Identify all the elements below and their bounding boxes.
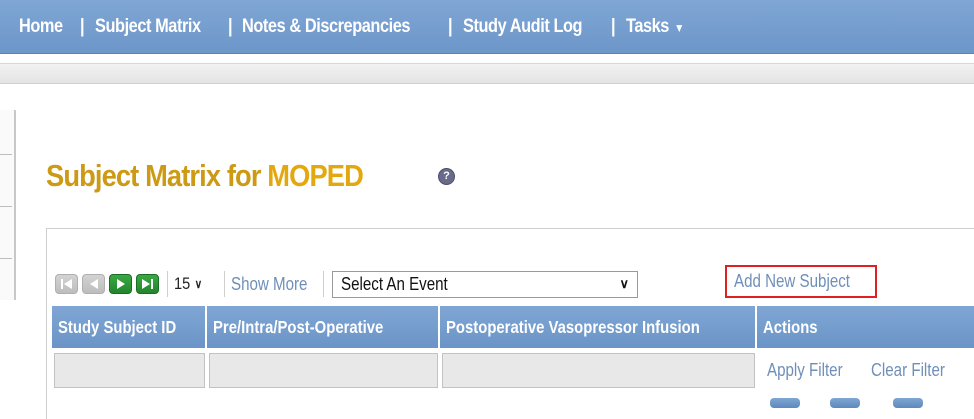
show-more-link[interactable]: Show More [231,274,307,295]
first-page-icon [61,279,72,289]
filter-study-subject-id[interactable] [54,353,205,388]
last-page-button[interactable] [136,274,159,294]
last-page-icon [142,279,153,289]
next-page-icon [116,279,125,289]
toolbar-divider [224,271,225,297]
action-button[interactable] [830,398,860,408]
column-header-label: Pre/Intra/Post-Operative [213,316,384,337]
filter-actions: Apply Filter Clear Filter [759,353,972,388]
nav-separator: | [611,15,616,37]
filter-postoperative-vasopressor-infusion[interactable] [442,353,755,388]
nav-study-audit-log[interactable]: Study Audit Log [463,16,583,38]
column-header-postoperative-vasopressor-infusion[interactable]: Postoperative Vasopressor Infusion [440,306,757,348]
help-icon[interactable]: ? [438,168,455,185]
nav-home[interactable]: Home [19,16,63,38]
column-header-actions: Actions [757,306,974,348]
page-title-prefix: Subject Matrix for [46,158,261,193]
chevron-down-icon: ∨ [619,276,629,291]
column-header-pre-intra-post-operative[interactable]: Pre/Intra/Post-Operative [207,306,440,348]
add-new-subject-label: Add New Subject [734,271,850,291]
first-page-button[interactable] [55,274,78,294]
column-header-label: Study Subject ID [58,316,177,337]
nav-subject-matrix[interactable]: Subject Matrix [95,16,201,38]
page-title-text: Subject Matrix for MOPED [46,158,364,194]
prev-page-icon [89,279,98,289]
page-title: Subject Matrix for MOPED ? [46,158,455,194]
filter-cell [440,350,757,390]
nav-separator: | [79,15,85,37]
column-header-label: Postoperative Vasopressor Infusion [446,316,700,337]
left-sidebar-rail [0,110,16,300]
study-name: MOPED [267,158,364,193]
filter-row: Apply Filter Clear Filter [52,350,974,390]
prev-page-button[interactable] [82,274,105,294]
rail-divider [0,258,12,259]
filter-pre-intra-post-operative[interactable] [209,353,438,388]
filter-cell [207,350,440,390]
rail-divider [0,206,12,207]
filter-actions-cell: Apply Filter Clear Filter [757,350,974,390]
event-select-value: Select An Event [341,273,448,294]
secondary-bar [0,63,974,84]
page-size-value: 15 [174,274,191,293]
nav-separator: | [227,15,233,37]
event-select[interactable]: Select An Event ∨ [332,270,638,298]
nav-notes-discrepancies[interactable]: Notes & Discrepancies [242,16,410,38]
rail-divider [0,154,12,155]
clear-filter-link[interactable]: Clear Filter [871,360,945,381]
nav-tasks-label: Tasks [625,15,669,37]
nav-tasks[interactable]: Tasks ▼ [626,16,684,38]
nav-separator: | [447,15,453,37]
next-page-button[interactable] [109,274,132,294]
column-header-label: Actions [763,316,818,337]
add-new-subject-link[interactable]: Add New Subject [725,265,877,298]
chevron-down-icon: ∨ [194,277,203,291]
page-size-select[interactable]: 15 ∨ [174,274,214,294]
filter-cell [52,350,207,390]
action-button[interactable] [770,398,800,408]
matrix-toolbar: 15 ∨ Show More Select An Event ∨ [55,268,638,300]
toolbar-divider [323,271,324,297]
toolbar-divider [167,271,168,297]
column-header-study-subject-id[interactable]: Study Subject ID [52,306,207,348]
caret-down-icon: ▼ [674,20,684,35]
table-header: Study Subject ID Pre/Intra/Post-Operativ… [52,306,974,348]
top-nav-bar: Home | Subject Matrix | Notes & Discrepa… [0,0,974,54]
action-button[interactable] [893,398,923,408]
apply-filter-link[interactable]: Apply Filter [767,360,843,381]
